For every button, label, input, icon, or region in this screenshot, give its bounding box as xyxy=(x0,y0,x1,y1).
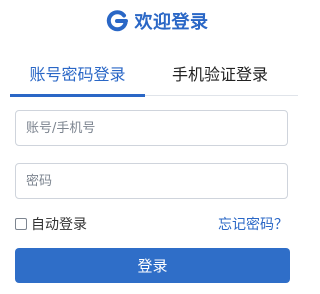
password-input[interactable] xyxy=(15,163,288,199)
username-input[interactable] xyxy=(15,110,288,146)
login-header: 欢迎登录 xyxy=(0,6,313,36)
auto-login-label: 自动登录 xyxy=(31,217,87,233)
forgot-password-link[interactable]: 忘记密码？ xyxy=(218,214,288,234)
active-tab-indicator xyxy=(10,94,145,97)
auto-login-option[interactable]: 自动登录 xyxy=(15,214,87,234)
login-panel: 欢迎登录 账号密码登录 手机验证登录 自动登录 忘记密码？ 登录 xyxy=(0,0,313,294)
login-tabs: 账号密码登录 手机验证登录 xyxy=(10,60,298,97)
brand-g-logo-icon xyxy=(106,10,128,32)
tab-account-password[interactable]: 账号密码登录 xyxy=(10,60,145,90)
auto-login-checkbox[interactable] xyxy=(15,218,27,230)
page-title: 欢迎登录 xyxy=(134,12,209,33)
login-button[interactable]: 登录 xyxy=(15,248,290,283)
tab-phone-verification[interactable]: 手机验证登录 xyxy=(160,60,280,90)
